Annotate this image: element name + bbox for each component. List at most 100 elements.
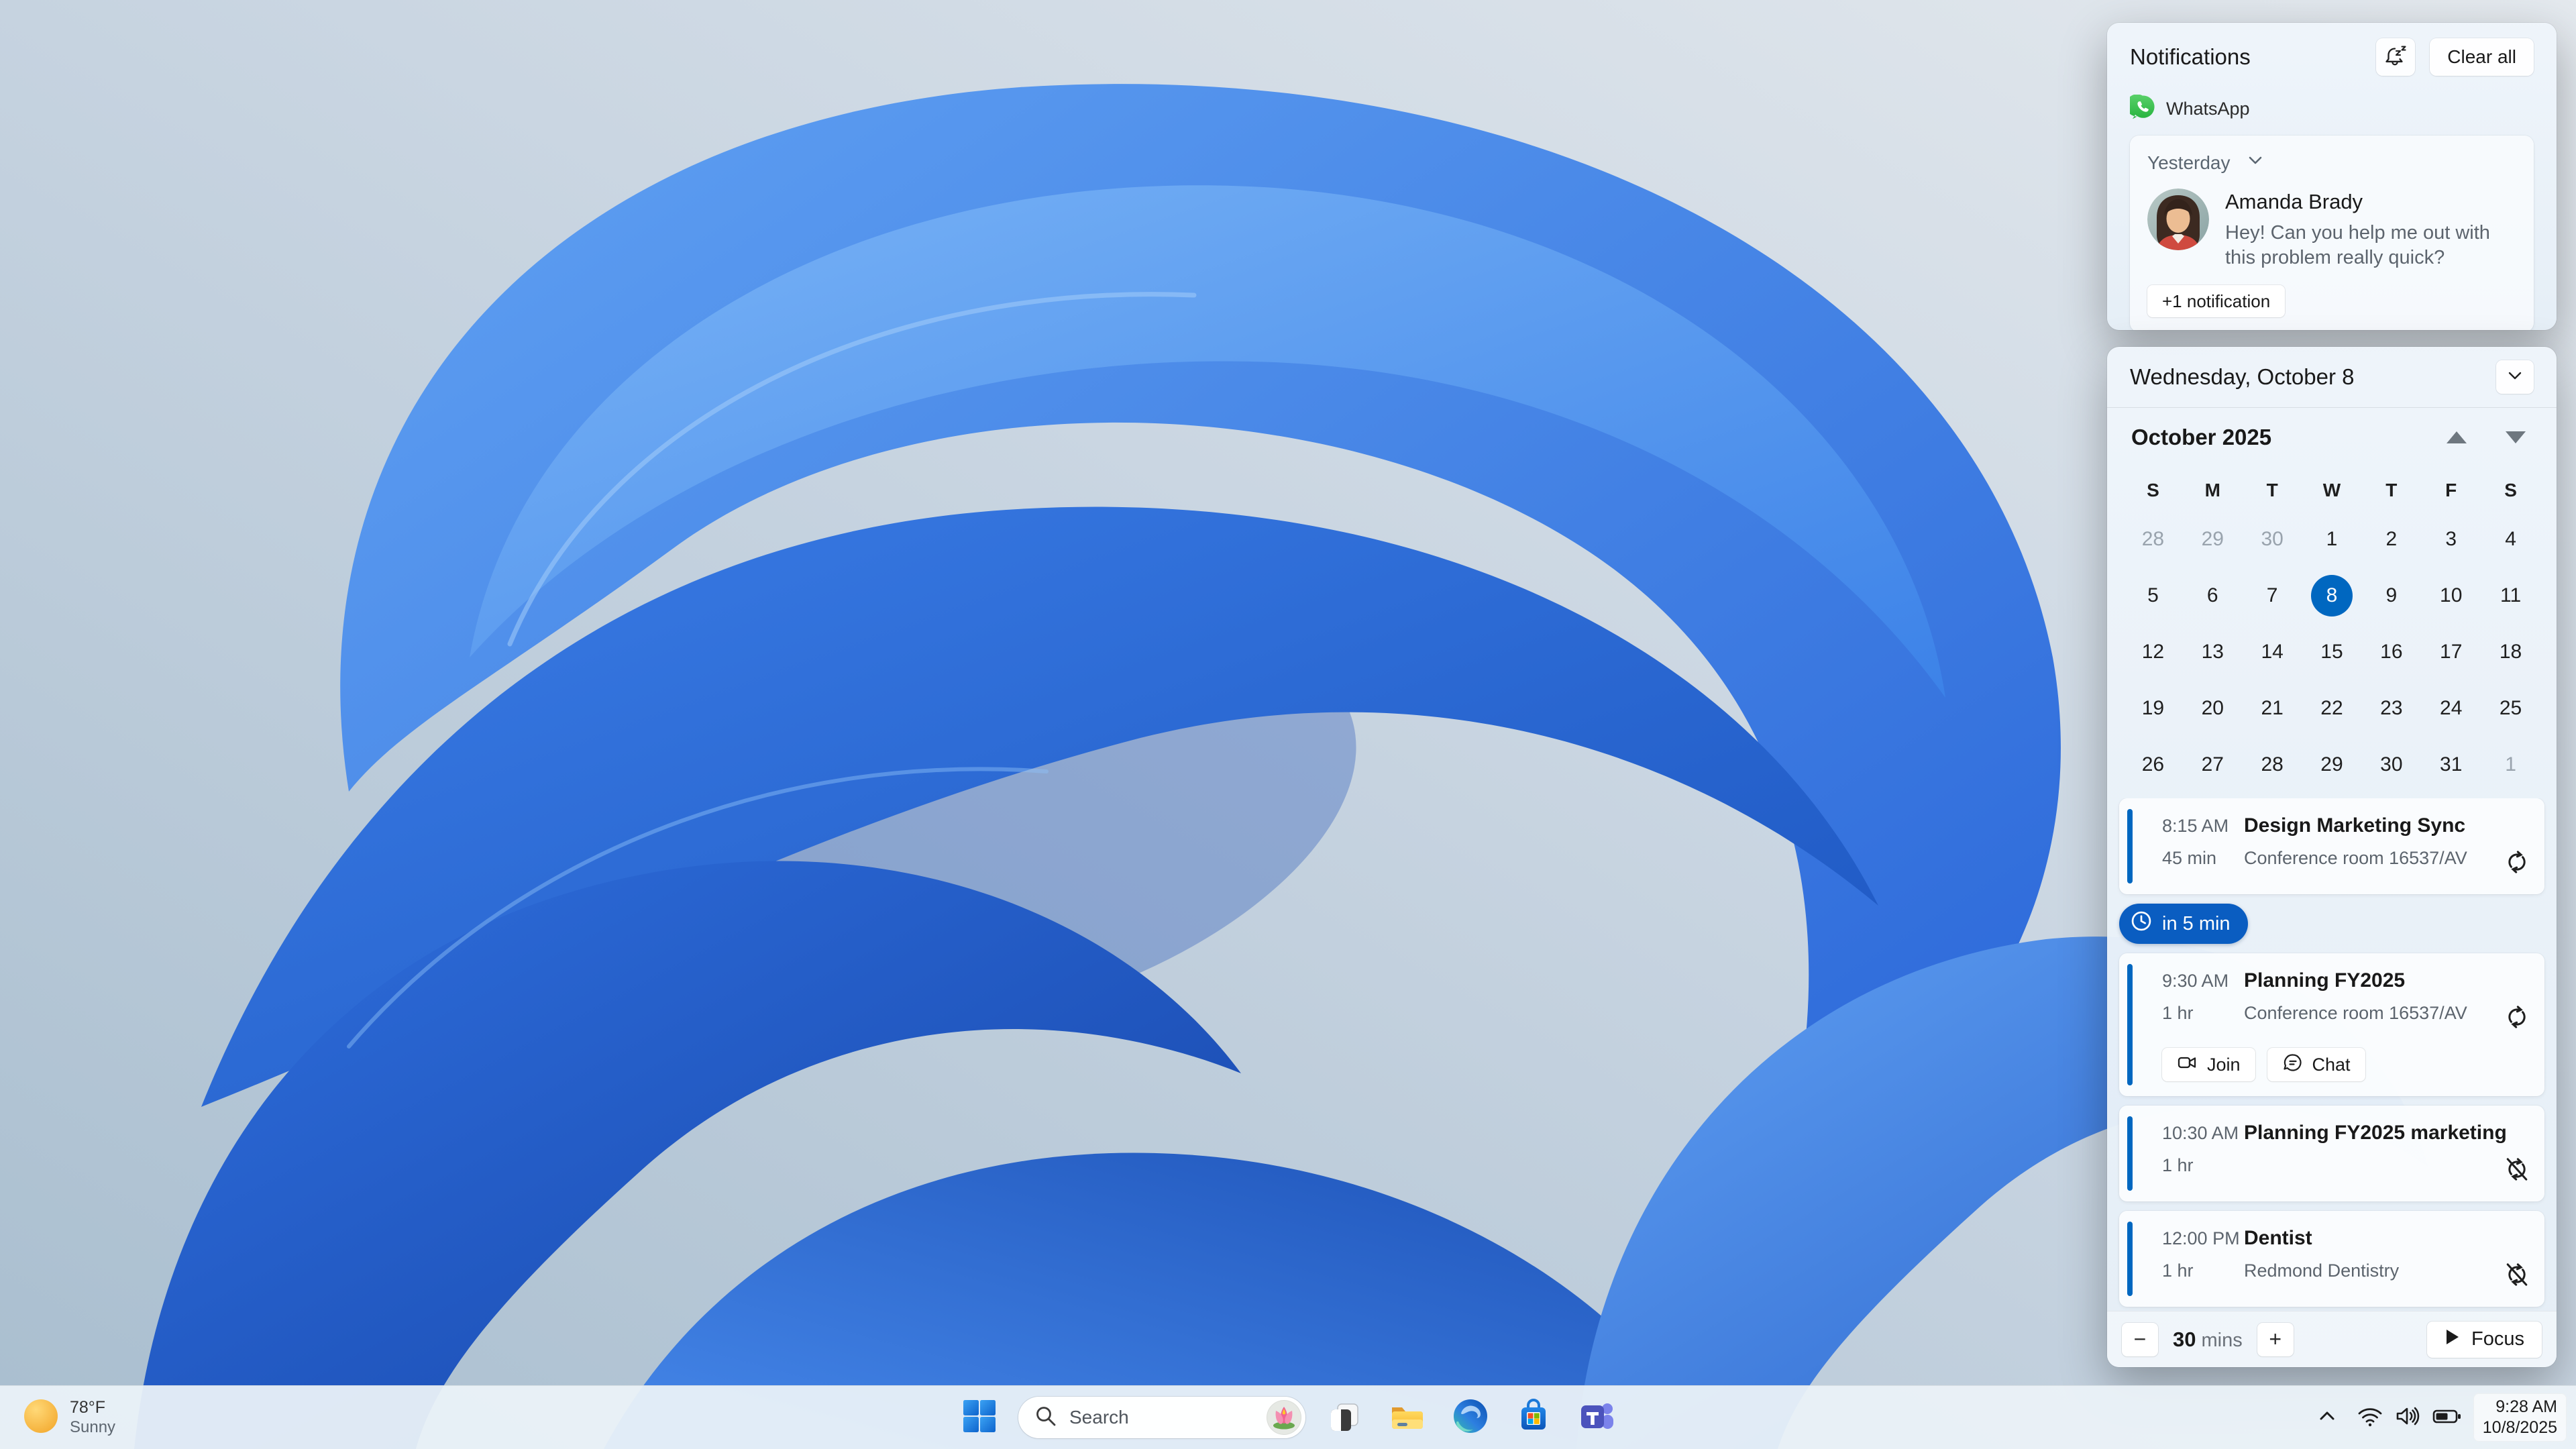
- event-duration: 1 hr: [2162, 1003, 2194, 1023]
- calendar-day[interactable]: 31: [2421, 737, 2481, 793]
- edge-browser-button[interactable]: [1442, 1389, 1499, 1446]
- event-card[interactable]: 12:00 PM Dentist 1 hr Redmond Dentistry: [2119, 1211, 2544, 1307]
- calendar-date-header-row: Wednesday, October 8: [2107, 347, 2557, 407]
- event-title: Design Marketing Sync: [2244, 814, 2466, 837]
- calendar-day[interactable]: 7: [2243, 568, 2302, 624]
- calendar-day[interactable]: 23: [2361, 680, 2421, 737]
- calendar-day-header: S: [2504, 480, 2517, 500]
- calendar-day[interactable]: 27: [2183, 737, 2243, 793]
- calendar-day[interactable]: 6: [2183, 568, 2243, 624]
- notifications-header: Notifications Clear all: [2130, 38, 2534, 76]
- calendar-day[interactable]: 13: [2183, 624, 2243, 680]
- calendar-day[interactable]: 1: [2481, 737, 2540, 793]
- event-duration: 1 hr: [2162, 1260, 2194, 1281]
- calendar-day-header: M: [2204, 480, 2220, 500]
- task-view-icon: [1326, 1397, 1363, 1438]
- focus-duration: 30 mins: [2173, 1328, 2243, 1352]
- calendar-day[interactable]: 30: [2361, 737, 2421, 793]
- event-card[interactable]: 9:30 AM Planning FY2025 1 hr Conference …: [2119, 953, 2544, 1096]
- calendar-day[interactable]: 28: [2123, 511, 2183, 568]
- calendar-month-row: October 2025: [2107, 408, 2557, 467]
- search-box[interactable]: Search: [1018, 1397, 1305, 1438]
- calendar-day[interactable]: 9: [2361, 568, 2421, 624]
- event-title: Planning FY2025: [2244, 969, 2406, 991]
- calendar-day-header: F: [2445, 480, 2457, 500]
- taskbar: 78°F Sunny Search 9:28 AM 10/8/2025: [0, 1385, 2576, 1449]
- calendar-day[interactable]: 28: [2243, 737, 2302, 793]
- increase-duration-button[interactable]: +: [2257, 1322, 2294, 1356]
- video-camera-icon: [2177, 1052, 2198, 1078]
- calendar-day[interactable]: 29: [2302, 737, 2362, 793]
- calendar-next-month-icon[interactable]: [2506, 431, 2526, 443]
- collapse-calendar-button[interactable]: [2496, 360, 2534, 394]
- calendar-day-header: T: [2266, 480, 2278, 500]
- search-placeholder: Search: [1069, 1407, 1129, 1428]
- clear-all-label: Clear all: [2447, 46, 2516, 67]
- calendar-day[interactable]: 12: [2123, 624, 2183, 680]
- bell-snooze-icon: [2382, 42, 2409, 72]
- calendar-day[interactable]: 29: [2183, 511, 2243, 568]
- calendar-day[interactable]: 15: [2302, 624, 2362, 680]
- calendar-day[interactable]: 3: [2421, 511, 2481, 568]
- notification-sender: Amanda Brady: [2225, 190, 2363, 213]
- weather-widget[interactable]: 78°F Sunny: [23, 1386, 115, 1449]
- calendar-day[interactable]: 10: [2421, 568, 2481, 624]
- chat-label: Chat: [2312, 1054, 2351, 1075]
- calendar-day[interactable]: 17: [2421, 624, 2481, 680]
- file-explorer-button[interactable]: [1379, 1389, 1436, 1446]
- calendar-day[interactable]: 18: [2481, 624, 2540, 680]
- reminder-badge[interactable]: in 5 min: [2119, 904, 2248, 944]
- task-view-button[interactable]: [1316, 1389, 1373, 1446]
- calendar-day[interactable]: 19: [2123, 680, 2183, 737]
- avatar: [2147, 189, 2209, 250]
- start-button[interactable]: [951, 1389, 1008, 1446]
- tray-overflow-button[interactable]: [2308, 1395, 2346, 1440]
- more-notifications-button[interactable]: +1 notification: [2147, 285, 2286, 317]
- event-title: Dentist: [2244, 1227, 2312, 1249]
- event-time: 12:00 PM: [2162, 1228, 2240, 1248]
- search-highlight-button[interactable]: [1267, 1400, 1301, 1435]
- calendar-prev-month-icon[interactable]: [2447, 431, 2467, 443]
- event-card[interactable]: 8:15 AM Design Marketing Sync 45 min Con…: [2119, 798, 2544, 894]
- network-volume-battery-button[interactable]: [2350, 1395, 2469, 1440]
- calendar-day[interactable]: 4: [2481, 511, 2540, 568]
- windows-start-icon: [961, 1397, 998, 1438]
- clock-tray-button[interactable]: 9:28 AM 10/8/2025: [2473, 1393, 2567, 1442]
- calendar-grid: S M T W T F S 28 29 30 1 2 3 4 5 6 7 8 9…: [2107, 467, 2557, 793]
- volume-icon: [2394, 1403, 2421, 1433]
- chat-button[interactable]: Chat: [2267, 1048, 2365, 1081]
- calendar-day[interactable]: 14: [2243, 624, 2302, 680]
- chevron-down-icon[interactable]: [2245, 150, 2265, 175]
- clear-all-button[interactable]: Clear all: [2430, 38, 2534, 76]
- calendar-day[interactable]: 1: [2302, 511, 2362, 568]
- reminder-label: in 5 min: [2162, 912, 2231, 934]
- calendar-day[interactable]: 26: [2123, 737, 2183, 793]
- agenda-list: 8:15 AM Design Marketing Sync 45 min Con…: [2107, 798, 2557, 1311]
- calendar-day[interactable]: 16: [2361, 624, 2421, 680]
- event-card[interactable]: 10:30 AM Planning FY2025 marketing 1 hr: [2119, 1106, 2544, 1201]
- calendar-day[interactable]: 20: [2183, 680, 2243, 737]
- calendar-day[interactable]: 22: [2302, 680, 2362, 737]
- event-title: Planning FY2025 marketing: [2244, 1122, 2507, 1144]
- calendar-day[interactable]: 24: [2421, 680, 2481, 737]
- calendar-day[interactable]: 25: [2481, 680, 2540, 737]
- focus-button[interactable]: Focus: [2427, 1321, 2542, 1358]
- notification-app-group[interactable]: WhatsApp: [2126, 93, 2534, 122]
- calendar-day[interactable]: 5: [2123, 568, 2183, 624]
- calendar-day[interactable]: 11: [2481, 568, 2540, 624]
- calendar-day[interactable]: 21: [2243, 680, 2302, 737]
- microsoft-store-button[interactable]: [1505, 1389, 1562, 1446]
- focus-duration-value: 30: [2173, 1327, 2196, 1351]
- calendar-date-header: Wednesday, October 8: [2130, 364, 2355, 389]
- join-meeting-button[interactable]: Join: [2162, 1048, 2255, 1081]
- notification-card[interactable]: Yesterday Amanda Brady Hey! Can you help…: [2130, 136, 2534, 330]
- calendar-day[interactable]: 2: [2361, 511, 2421, 568]
- recurrence-off-icon: [2503, 1155, 2531, 1187]
- decrease-duration-button[interactable]: −: [2122, 1322, 2158, 1356]
- calendar-day-selected[interactable]: 8: [2302, 568, 2362, 624]
- do-not-disturb-button[interactable]: [2376, 38, 2416, 76]
- focus-session-footer: − 30 mins + Focus: [2107, 1311, 2557, 1367]
- teams-button[interactable]: [1568, 1389, 1625, 1446]
- calendar-day[interactable]: 30: [2243, 511, 2302, 568]
- notification-group-label: Yesterday: [2147, 152, 2231, 173]
